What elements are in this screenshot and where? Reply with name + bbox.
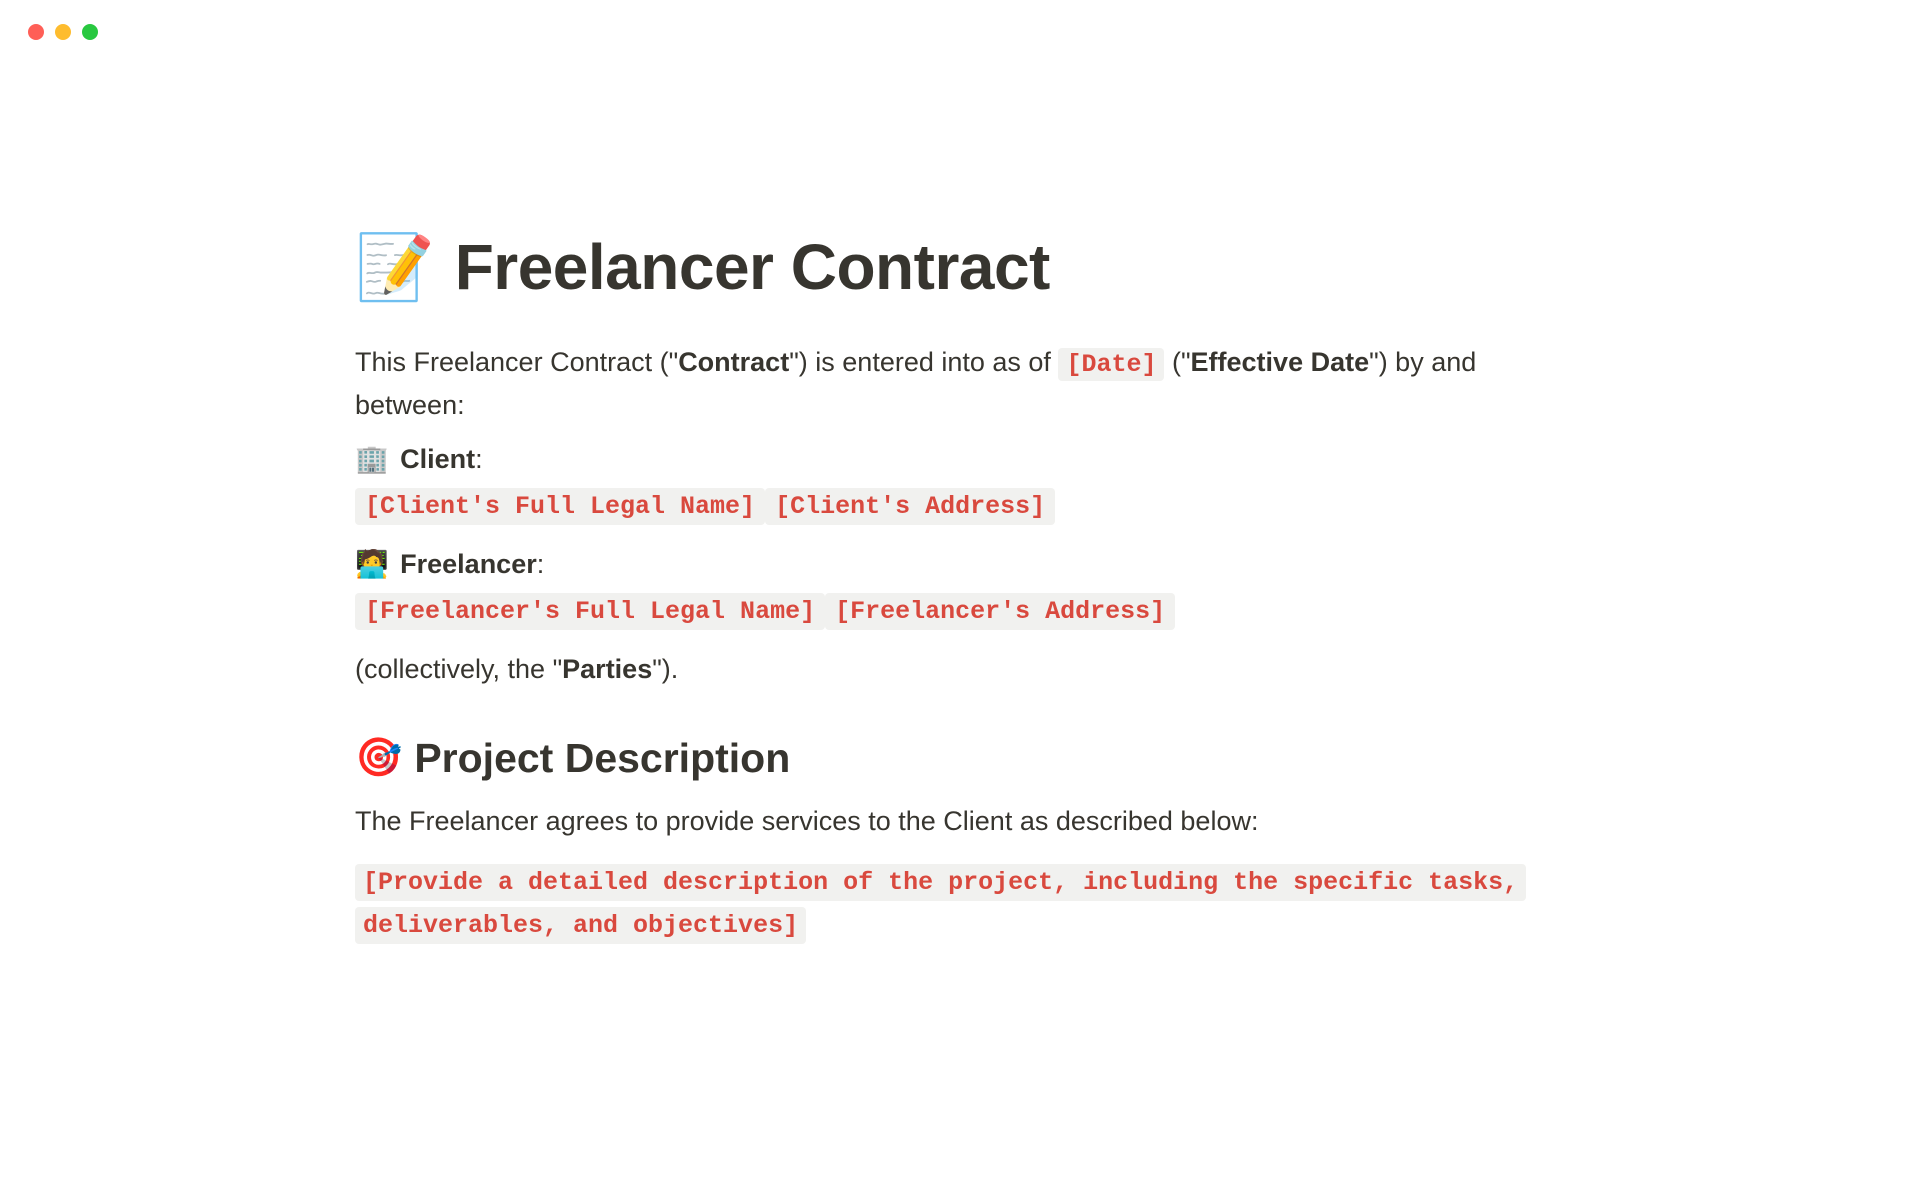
maximize-window-button[interactable] — [82, 24, 98, 40]
project-description-intro[interactable]: The Freelancer agrees to provide service… — [355, 806, 1565, 837]
page-title[interactable]: Freelancer Contract — [455, 230, 1050, 304]
freelancer-colon: : — [537, 549, 545, 579]
document-content: 📝 Freelancer Contract This Freelancer Co… — [295, 40, 1625, 968]
section-project-description-heading[interactable]: 🎯 Project Description — [355, 735, 1565, 782]
freelancer-label: Freelancer — [400, 549, 537, 579]
freelancer-label-row[interactable]: 🧑‍💻 Freelancer: — [355, 548, 1565, 580]
client-name-placeholder[interactable]: [Client's Full Legal Name] — [355, 488, 765, 525]
minimize-window-button[interactable] — [55, 24, 71, 40]
freelancer-name-placeholder[interactable]: [Freelancer's Full Legal Name] — [355, 593, 825, 630]
window-controls — [0, 0, 1920, 40]
collective-paragraph[interactable]: (collectively, the "Parties"). — [355, 654, 1565, 685]
client-address-placeholder[interactable]: [Client's Address] — [765, 488, 1055, 525]
intro-text-1: This Freelancer Contract (" — [355, 347, 678, 377]
project-placeholder-text: [Provide a detailed description of the p… — [355, 864, 1526, 945]
client-placeholder-row[interactable]: [Client's Full Legal Name][Client's Addr… — [355, 483, 1565, 531]
freelancer-address-placeholder[interactable]: [Freelancer's Address] — [825, 593, 1175, 630]
target-icon: 🎯 — [355, 736, 402, 780]
collective-suffix: "). — [652, 654, 678, 684]
freelancer-placeholder-row[interactable]: [Freelancer's Full Legal Name][Freelance… — [355, 588, 1565, 636]
date-placeholder[interactable]: [Date] — [1058, 348, 1164, 381]
intro-text-2: ") is entered into as of — [789, 347, 1058, 377]
client-colon: : — [475, 444, 483, 474]
intro-paragraph[interactable]: This Freelancer Contract ("Contract") is… — [355, 342, 1565, 427]
building-icon: 🏢 — [355, 444, 389, 474]
intro-effective-bold: Effective Date — [1191, 347, 1370, 377]
close-window-button[interactable] — [28, 24, 44, 40]
project-description-placeholder[interactable]: [Provide a detailed description of the p… — [355, 861, 1565, 949]
page-title-row: 📝 Freelancer Contract — [355, 230, 1565, 304]
intro-contract-bold: Contract — [678, 347, 789, 377]
client-label: Client — [400, 444, 475, 474]
technologist-icon: 🧑‍💻 — [355, 549, 389, 579]
intro-text-3: (" — [1164, 347, 1190, 377]
collective-prefix: (collectively, the " — [355, 654, 562, 684]
project-description-title: Project Description — [414, 735, 790, 782]
client-label-row[interactable]: 🏢 Client: — [355, 443, 1565, 475]
page-emoji-icon[interactable]: 📝 — [355, 235, 435, 299]
parties-bold: Parties — [562, 654, 652, 684]
